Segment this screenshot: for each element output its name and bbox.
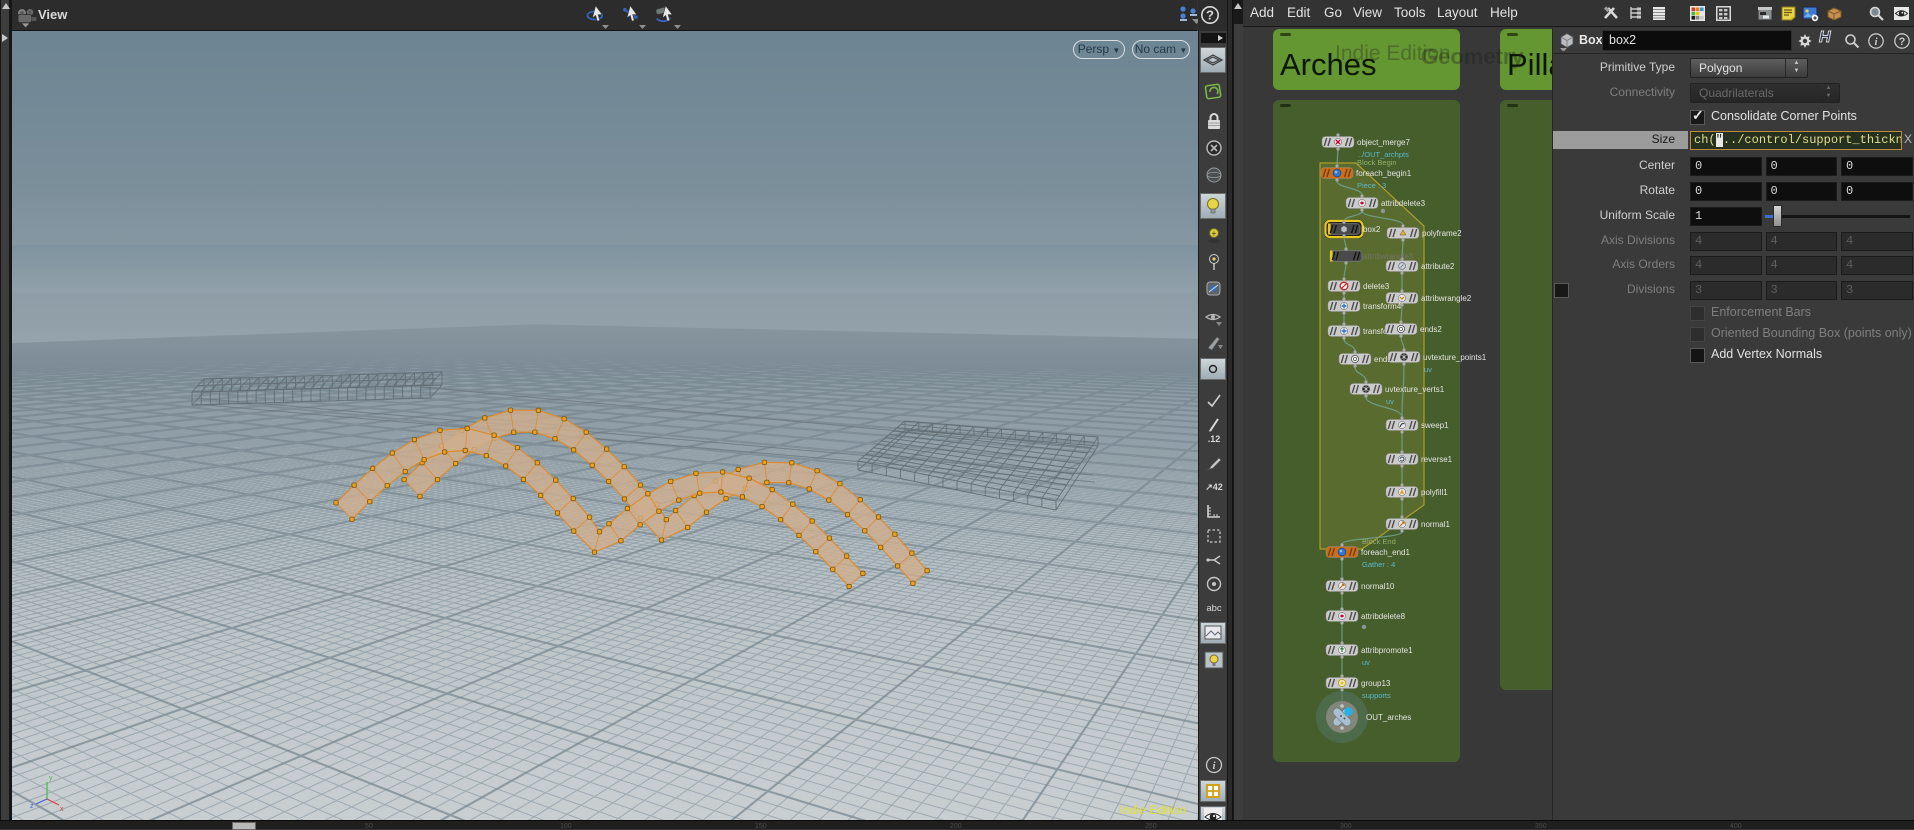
svg-text:Block End: Block End	[1362, 537, 1396, 546]
svg-text:uvtexture_points1: uvtexture_points1	[1423, 353, 1487, 362]
svg-text:+: +	[1212, 229, 1217, 238]
svg-text:transform4: transform4	[1363, 302, 1402, 311]
svg-text:x: x	[60, 806, 64, 813]
svg-text:object_merge7: object_merge7	[1357, 138, 1410, 147]
svg-text:normal1: normal1	[1421, 520, 1450, 529]
svg-text:polyfill1: polyfill1	[1421, 488, 1448, 497]
svg-text:sweep1: sweep1	[1421, 421, 1449, 430]
svg-text:Gather : 4: Gather : 4	[1362, 560, 1395, 569]
svg-text:uv: uv	[1362, 658, 1370, 667]
svg-text:delete3: delete3	[1363, 282, 1390, 291]
svg-text:Geometry: Geometry	[1421, 44, 1524, 69]
svg-text:uv: uv	[1386, 397, 1394, 406]
svg-text:Indie Edition: Indie Edition	[1120, 803, 1186, 817]
svg-text:attribute2: attribute2	[1421, 262, 1455, 271]
svg-text:attribdelete3: attribdelete3	[1381, 199, 1426, 208]
svg-text:Piece : 3: Piece : 3	[1357, 181, 1386, 190]
svg-text:attribdelete8: attribdelete8	[1361, 612, 1406, 621]
svg-text:Block Begin: Block Begin	[1357, 158, 1397, 167]
svg-text:uv: uv	[1424, 365, 1432, 374]
svg-text:attribwrangle2: attribwrangle2	[1421, 294, 1472, 303]
svg-text:attribwrangle3: attribwrangle3	[1363, 252, 1414, 261]
svg-text:foreach_begin1: foreach_begin1	[1356, 169, 1412, 178]
svg-text:z: z	[30, 803, 34, 810]
svg-text:group13: group13	[1361, 679, 1391, 688]
svg-text:foreach_end1: foreach_end1	[1361, 548, 1410, 557]
svg-text:normal10: normal10	[1361, 582, 1395, 591]
svg-text:box2: box2	[1363, 225, 1381, 234]
svg-text:?: ?	[1206, 8, 1214, 23]
svg-text:uvtexture_verts1: uvtexture_verts1	[1385, 385, 1445, 394]
svg-text:polyframe2: polyframe2	[1422, 229, 1462, 238]
svg-text:?: ?	[1899, 36, 1906, 48]
svg-text:ends2: ends2	[1420, 325, 1442, 334]
svg-text:OUT_arches: OUT_arches	[1366, 713, 1411, 722]
svg-text:y: y	[49, 775, 53, 782]
svg-text:supports: supports	[1362, 691, 1391, 700]
svg-text:i: i	[1212, 760, 1216, 772]
svg-text:reverse1: reverse1	[1421, 455, 1453, 464]
svg-text:attribpromote1: attribpromote1	[1361, 646, 1413, 655]
svg-text:i: i	[1874, 36, 1878, 48]
